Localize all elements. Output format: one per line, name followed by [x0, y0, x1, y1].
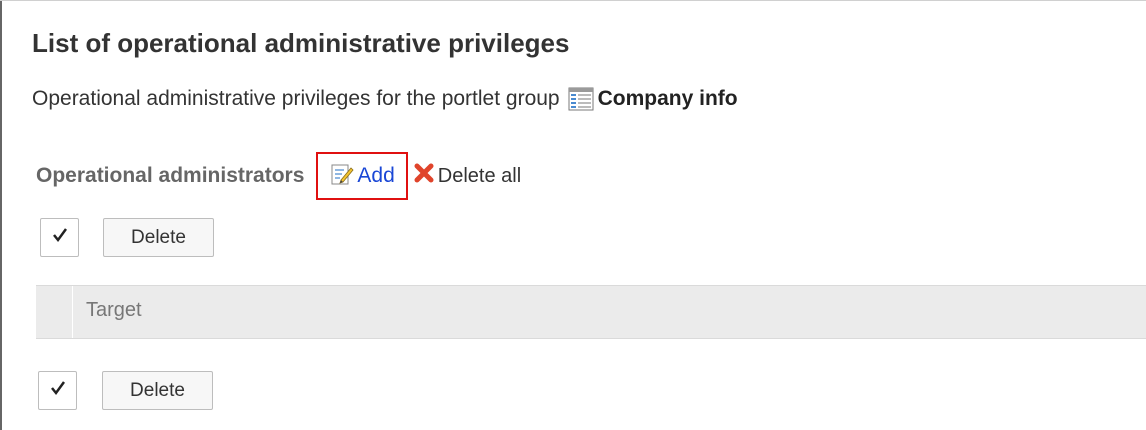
table-header-checkbox-cell — [36, 286, 73, 338]
edit-icon[interactable] — [330, 162, 354, 191]
checkmark-icon — [52, 227, 68, 248]
portlet-group-icon — [568, 87, 594, 111]
page-title: List of operational administrative privi… — [32, 28, 570, 58]
add-highlight-box: Add — [316, 152, 408, 200]
section-label: Operational administrators — [36, 164, 305, 187]
page-description: Operational administrative privileges fo… — [32, 87, 738, 111]
delete-all-link[interactable]: Delete all — [413, 162, 521, 190]
delete-button-bottom[interactable]: Delete — [102, 371, 213, 410]
select-all-checkbox-bottom[interactable] — [38, 371, 77, 410]
delete-button-top[interactable]: Delete — [103, 218, 214, 257]
select-all-checkbox-top[interactable] — [40, 218, 79, 257]
table-header: Target — [36, 285, 1146, 339]
checkmark-icon — [50, 380, 66, 401]
close-icon — [413, 162, 435, 190]
window-frame-left — [0, 0, 2, 430]
column-header-target: Target — [86, 299, 142, 321]
portlet-group-name: Company info — [597, 87, 738, 110]
operational-administrators-row: Operational administrators Add Delete al… — [36, 152, 521, 200]
delete-all-label: Delete all — [437, 164, 522, 187]
add-link[interactable]: Add — [357, 164, 394, 188]
window-frame-top — [0, 0, 1146, 1]
description-text: Operational administrative privileges fo… — [32, 87, 560, 110]
